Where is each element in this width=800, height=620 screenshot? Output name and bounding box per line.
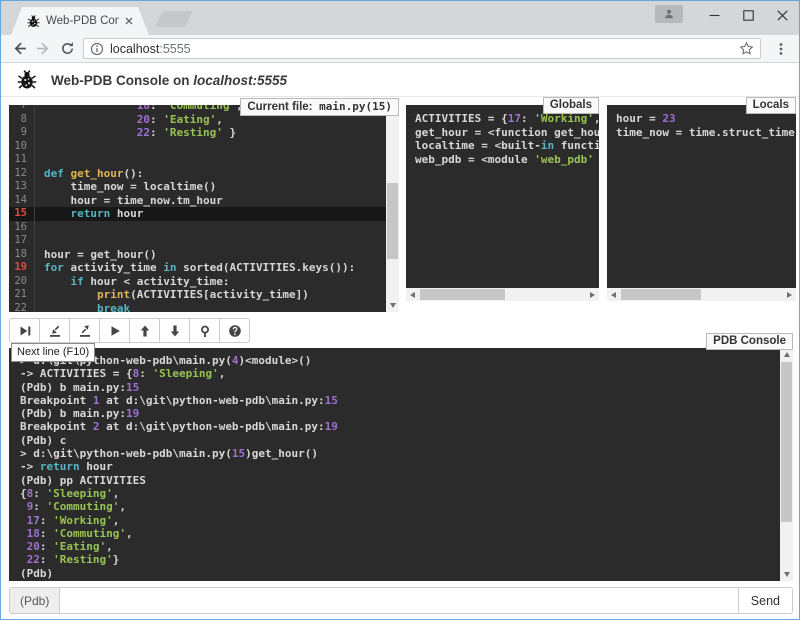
pdb-console-label: PDB Console (706, 333, 793, 350)
globals-panel: Globals ACTIVITIES = {17: 'Working', 18:… (406, 105, 599, 288)
browser-menu-icon[interactable] (769, 37, 793, 61)
tab-title: Web-PDB Console on lo (46, 15, 119, 27)
frame-up-button[interactable] (129, 318, 160, 343)
favicon-bug-icon (27, 15, 40, 28)
browser-toolbar: localhost:5555 (1, 35, 799, 63)
locals-panel: Locals hour = 23time_now = time.struct_t… (607, 105, 796, 288)
header-divider (1, 96, 799, 97)
help-button[interactable] (219, 318, 250, 343)
send-button[interactable]: Send (739, 587, 793, 614)
pdb-prompt: (Pdb) (9, 587, 59, 614)
debugger-toolbar (9, 318, 250, 343)
minimize-button[interactable] (697, 1, 731, 29)
scroll-down-icon[interactable] (386, 299, 399, 312)
frame-down-button[interactable] (159, 318, 190, 343)
code-editor[interactable]: 7 18: 'Commuting',8 20: 'Eating',9 22: '… (9, 105, 386, 312)
close-button[interactable] (765, 1, 799, 29)
scroll-left-icon[interactable] (406, 288, 419, 301)
bug-logo-icon (17, 70, 37, 90)
scroll-down-icon[interactable] (780, 568, 793, 581)
current-file-panel: Current file: main.py(15) 7 18: 'Commuti… (9, 105, 399, 312)
address-bar[interactable]: localhost:5555 (83, 38, 761, 59)
forward-icon[interactable] (31, 37, 55, 61)
globals-content: ACTIVITIES = {17: 'Working', 18: 'get_ho… (406, 105, 599, 288)
locals-content: hour = 23time_now = time.struct_time(tm_… (607, 105, 796, 288)
new-tab-button[interactable] (155, 11, 192, 27)
reload-icon[interactable] (55, 37, 79, 61)
profile-button[interactable] (655, 5, 683, 23)
web-pdb-page: Web-PDB Console on localhost:5555 Curren… (1, 63, 799, 619)
current-file-label: Current file: main.py(15) (240, 98, 399, 116)
browser-tab[interactable]: Web-PDB Console on lo (11, 7, 149, 35)
globals-label: Globals (543, 97, 599, 114)
step-out-button[interactable] (69, 318, 100, 343)
code-scrollbar[interactable] (386, 105, 399, 312)
maximize-button[interactable] (731, 1, 765, 29)
page-title: Web-PDB Console on localhost:5555 (51, 73, 287, 88)
tab-close-icon[interactable] (123, 15, 135, 27)
next-line-button[interactable] (9, 318, 40, 343)
globals-hscrollbar[interactable] (406, 288, 599, 301)
scroll-left-icon[interactable] (607, 288, 620, 301)
tooltip: Next line (F10) (11, 343, 95, 362)
locals-label: Locals (746, 97, 796, 114)
page-info-icon[interactable] (90, 42, 104, 56)
scroll-right-icon[interactable] (586, 288, 599, 301)
browser-window: Web-PDB Console on lo (0, 0, 800, 620)
bookmark-star-icon[interactable] (739, 41, 754, 56)
pdb-console-panel: PDB Console > d:\git\python-web-pdb\main… (9, 348, 793, 581)
console-scrollbar[interactable] (780, 348, 793, 581)
command-input-row: (Pdb) Send (9, 587, 793, 614)
app-header: Web-PDB Console on localhost:5555 (17, 70, 287, 90)
continue-button[interactable] (99, 318, 130, 343)
console-output[interactable]: > d:\git\python-web-pdb\main.py(4)<modul… (9, 348, 780, 581)
breakpoint-button[interactable] (189, 318, 220, 343)
scroll-right-icon[interactable] (783, 288, 796, 301)
locals-hscrollbar[interactable] (607, 288, 796, 301)
url-text[interactable]: localhost:5555 (110, 42, 739, 56)
tab-strip: Web-PDB Console on lo (1, 1, 799, 35)
step-into-button[interactable] (39, 318, 70, 343)
back-icon[interactable] (7, 37, 31, 61)
command-input[interactable] (59, 587, 738, 614)
